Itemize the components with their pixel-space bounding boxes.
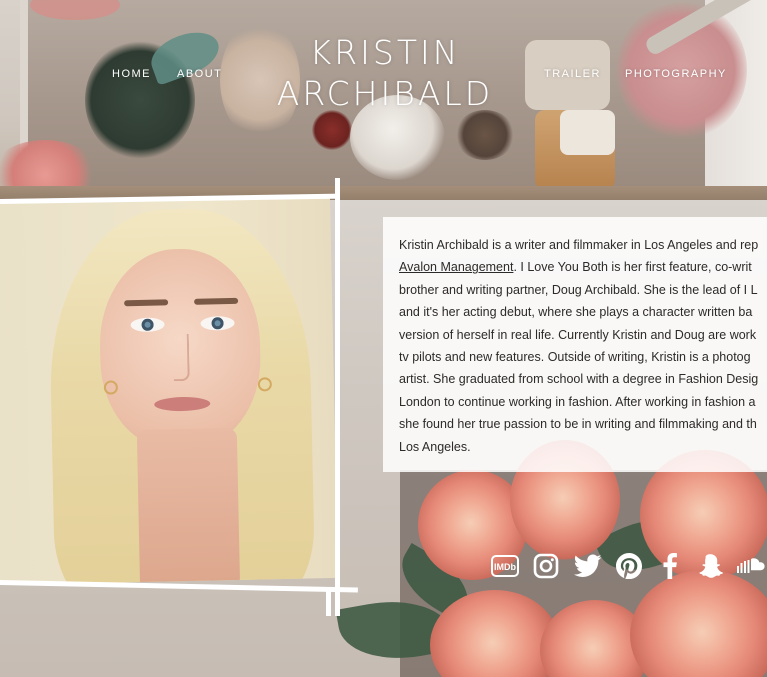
nav-trailer-link[interactable]: TRAILER	[544, 68, 601, 80]
bio-text: Kristin Archibald is a writer and filmma…	[399, 234, 767, 458]
facebook-icon[interactable]	[660, 551, 680, 581]
imdb-icon[interactable]: IMDb	[490, 551, 520, 581]
bio-line: she found her true passion to be in writ…	[399, 417, 757, 432]
portrait-brow	[124, 299, 169, 307]
site-title-last-name: ARCHIBALD	[276, 74, 494, 113]
bio-line: Avalon Management. I Love You Both is he…	[399, 256, 767, 278]
bio-line-rest: . I Love You Both is her first feature, …	[513, 260, 752, 275]
photo-frame-corner	[326, 590, 331, 616]
bio-line: brother and writing partner, Doug Archib…	[399, 282, 758, 297]
bio-line: artist. She graduated from school with a…	[399, 372, 759, 387]
portrait-neck	[136, 427, 241, 585]
snapchat-icon[interactable]	[696, 551, 724, 581]
soundcloud-icon[interactable]	[737, 551, 767, 581]
background-perfume-cap	[560, 110, 615, 155]
portrait-nose	[172, 333, 190, 382]
bio-line: London to continue working in fashion. A…	[399, 394, 756, 409]
bio-line: and it's her acting debut, where she pla…	[399, 305, 753, 320]
bio-line: tv pilots and new features. Outside of w…	[399, 350, 751, 365]
portrait-brow	[194, 297, 239, 305]
twitter-icon[interactable]	[573, 551, 603, 581]
portrait-photo	[0, 195, 338, 585]
site-title[interactable]: KRISTIN ARCHIBALD	[250, 32, 520, 114]
nav-about-link[interactable]: ABOUT	[177, 68, 222, 80]
avalon-management-link[interactable]: Avalon Management	[399, 260, 513, 274]
bio-line: Los Angeles.	[399, 439, 471, 454]
instagram-icon[interactable]	[532, 551, 560, 581]
page: HOME ABOUT TRAILER PHOTOGRAPHY KRISTIN A…	[0, 0, 767, 677]
bio-panel: Kristin Archibald is a writer and filmma…	[383, 217, 767, 472]
site-title-first-name: KRISTIN	[309, 33, 461, 72]
photo-frame-right	[335, 178, 340, 616]
imdb-icon-label: IMDb	[494, 562, 516, 572]
background-shells	[455, 110, 515, 160]
nav-photography-link[interactable]: PHOTOGRAPHY	[625, 68, 727, 80]
background-red-ornament	[312, 110, 352, 150]
pinterest-icon[interactable]	[615, 551, 643, 581]
bio-line: Kristin Archibald is a writer and filmma…	[399, 238, 759, 252]
nav-home-link[interactable]: HOME	[112, 68, 151, 80]
bio-line: version of herself in real life. Current…	[399, 327, 757, 342]
